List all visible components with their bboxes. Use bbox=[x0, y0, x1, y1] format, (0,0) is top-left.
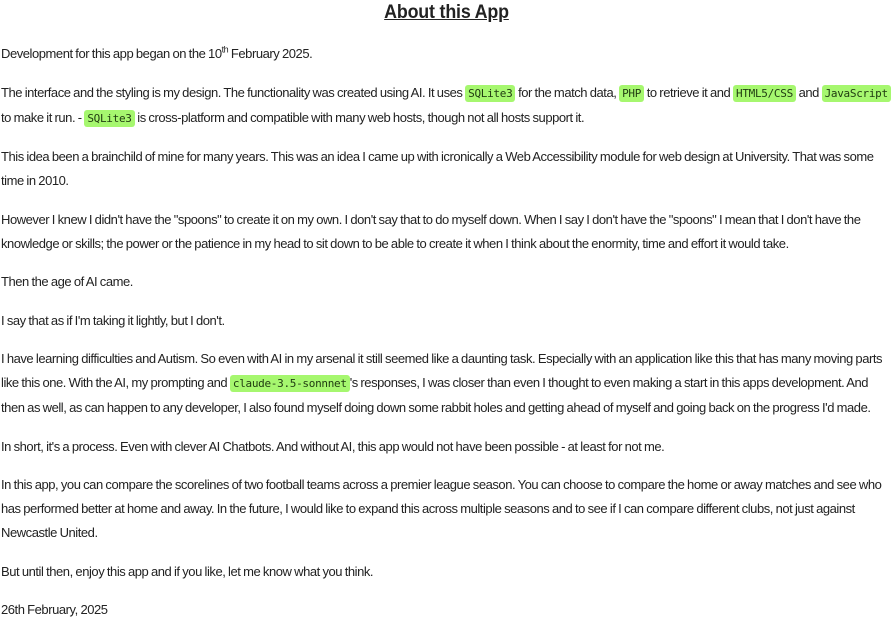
intro-suffix: February 2025. bbox=[228, 46, 313, 61]
tech-text-5: to make it run. - bbox=[1, 109, 85, 125]
about-page: About this App Development for this app … bbox=[0, 0, 892, 622]
intro-prefix: Development for this app began on the 10 bbox=[1, 46, 222, 61]
code-sqlite-2: SQLite3 bbox=[84, 109, 135, 127]
tech-text-1: The interface and the styling is my desi… bbox=[1, 84, 466, 100]
intro-paragraph: Development for this app began on the 10… bbox=[1, 42, 892, 66]
in-short-paragraph: In short, it's a process. Even with clev… bbox=[1, 438, 665, 454]
code-model-name: claude-3.5-sonnnet bbox=[229, 375, 350, 392]
idea-paragraph: This idea been a brainchild of mine for … bbox=[1, 149, 874, 188]
code-javascript: JavaScript bbox=[821, 84, 891, 102]
learning-paragraph: I have learning difficulties and Autism.… bbox=[1, 347, 892, 420]
code-html-css: HTML5/CSS bbox=[733, 84, 796, 102]
lightly-paragraph: I say that as if I'm taking it lightly, … bbox=[1, 312, 225, 328]
code-sqlite: SQLite3 bbox=[465, 84, 516, 102]
code-php: PHP bbox=[619, 84, 645, 102]
age-of-ai-paragraph: Then the age of AI came. bbox=[1, 274, 133, 289]
page-title: About this App bbox=[384, 2, 509, 23]
enjoy-paragraph: But until then, enjoy this app and if yo… bbox=[1, 563, 374, 579]
compare-paragraph: In this app, you can compare the scoreli… bbox=[1, 477, 882, 540]
tech-text-2: for the match data, bbox=[515, 84, 620, 100]
spoons-paragraph: However I knew I didn't have the "spoons… bbox=[1, 211, 861, 251]
post-date: 26th February, 2025 bbox=[1, 602, 108, 617]
tech-text-4: and bbox=[795, 84, 822, 100]
tech-paragraph: The interface and the styling is my desi… bbox=[1, 81, 892, 131]
tech-text-3: to retrieve it and bbox=[644, 84, 733, 100]
tech-text-6: is cross-platform and compatible with ma… bbox=[134, 109, 585, 125]
